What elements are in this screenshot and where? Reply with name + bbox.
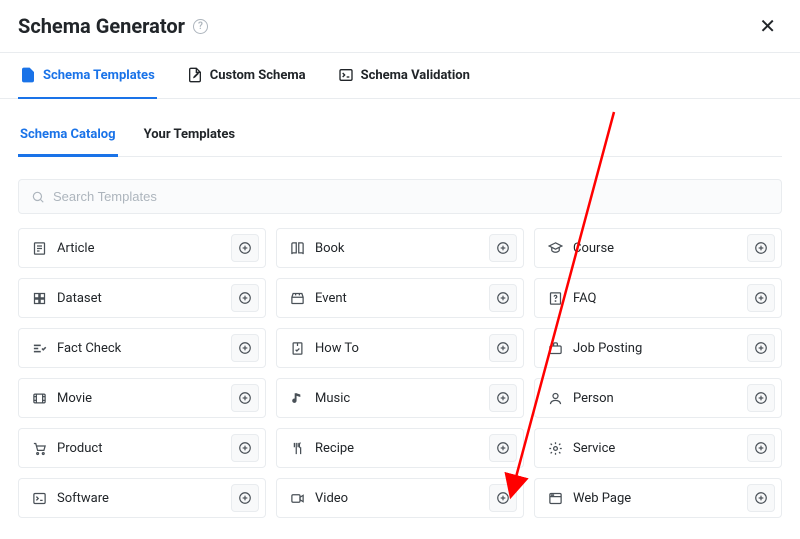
howto-icon (289, 340, 305, 356)
card-service[interactable]: Service (534, 428, 782, 468)
card-label: Web Page (573, 491, 631, 506)
search-input[interactable] (53, 189, 769, 204)
search-icon (31, 190, 45, 204)
add-button[interactable] (489, 484, 517, 512)
tab-label: Schema Validation (361, 68, 470, 83)
card-label: Article (57, 241, 94, 256)
person-icon (547, 390, 563, 406)
card-label: Person (573, 391, 614, 406)
document-icon (20, 67, 36, 83)
help-icon[interactable]: ? (193, 19, 208, 34)
add-button[interactable] (747, 334, 775, 362)
video-icon (289, 490, 305, 506)
title-wrap: Schema Generator ? (18, 14, 208, 38)
card-label: Movie (57, 391, 92, 406)
search-wrap[interactable] (18, 179, 782, 214)
card-label: Recipe (315, 441, 354, 456)
card-article[interactable]: Article (18, 228, 266, 268)
briefcase-icon (547, 340, 563, 356)
tab-custom-schema[interactable]: Custom Schema (185, 53, 308, 99)
document-edit-icon (187, 67, 203, 83)
card-label: Music (315, 391, 350, 406)
add-button[interactable] (231, 434, 259, 462)
card-label: Product (57, 441, 102, 456)
terminal-icon (338, 67, 354, 83)
primary-tabs: Schema Templates Custom Schema Schema Va… (0, 53, 800, 99)
add-button[interactable] (231, 384, 259, 412)
event-icon (289, 290, 305, 306)
course-icon (547, 240, 563, 256)
card-howto[interactable]: How To (276, 328, 524, 368)
add-button[interactable] (747, 284, 775, 312)
card-event[interactable]: Event (276, 278, 524, 318)
card-label: Software (57, 491, 109, 506)
card-label: Dataset (57, 291, 102, 306)
card-software[interactable]: Software (18, 478, 266, 518)
template-grid: Article Book Course Dataset (18, 228, 782, 518)
add-button[interactable] (231, 284, 259, 312)
card-course[interactable]: Course (534, 228, 782, 268)
tab-label: Schema Catalog (20, 127, 116, 142)
add-button[interactable] (747, 384, 775, 412)
card-label: Fact Check (57, 341, 121, 356)
card-jobposting[interactable]: Job Posting (534, 328, 782, 368)
card-webpage[interactable]: Web Page (534, 478, 782, 518)
faq-icon (547, 290, 563, 306)
add-button[interactable] (747, 234, 775, 262)
card-label: Book (315, 241, 345, 256)
webpage-icon (547, 490, 563, 506)
secondary-tabs: Schema Catalog Your Templates (18, 117, 782, 157)
book-icon (289, 240, 305, 256)
add-button[interactable] (489, 434, 517, 462)
header: Schema Generator ? ✕ (0, 0, 800, 53)
movie-icon (31, 390, 47, 406)
card-label: Event (315, 291, 347, 306)
article-icon (31, 240, 47, 256)
factcheck-icon (31, 340, 47, 356)
card-label: How To (315, 341, 359, 356)
card-music[interactable]: Music (276, 378, 524, 418)
card-label: FAQ (573, 291, 596, 306)
add-button[interactable] (747, 434, 775, 462)
card-label: Job Posting (573, 341, 642, 356)
card-factcheck[interactable]: Fact Check (18, 328, 266, 368)
add-button[interactable] (747, 484, 775, 512)
card-dataset[interactable]: Dataset (18, 278, 266, 318)
card-book[interactable]: Book (276, 228, 524, 268)
gear-icon (547, 440, 563, 456)
tab-label: Custom Schema (210, 68, 306, 83)
tab-schema-validation[interactable]: Schema Validation (336, 53, 472, 99)
card-person[interactable]: Person (534, 378, 782, 418)
card-movie[interactable]: Movie (18, 378, 266, 418)
card-video[interactable]: Video (276, 478, 524, 518)
recipe-icon (289, 440, 305, 456)
add-button[interactable] (489, 284, 517, 312)
add-button[interactable] (231, 484, 259, 512)
page-title: Schema Generator (18, 14, 185, 38)
add-button[interactable] (231, 334, 259, 362)
dataset-icon (31, 290, 47, 306)
card-label: Video (315, 491, 348, 506)
tab-label: Your Templates (144, 127, 235, 142)
card-product[interactable]: Product (18, 428, 266, 468)
card-faq[interactable]: FAQ (534, 278, 782, 318)
tab-your-templates[interactable]: Your Templates (142, 117, 237, 157)
content: Schema Catalog Your Templates Article Bo… (0, 99, 800, 518)
close-icon[interactable]: ✕ (753, 14, 782, 38)
cart-icon (31, 440, 47, 456)
tab-schema-templates[interactable]: Schema Templates (18, 53, 157, 99)
tab-label: Schema Templates (43, 68, 155, 83)
add-button[interactable] (489, 234, 517, 262)
card-label: Course (573, 241, 614, 256)
card-label: Service (573, 441, 615, 456)
add-button[interactable] (231, 234, 259, 262)
terminal-icon (31, 490, 47, 506)
tab-schema-catalog[interactable]: Schema Catalog (18, 117, 118, 157)
add-button[interactable] (489, 334, 517, 362)
card-recipe[interactable]: Recipe (276, 428, 524, 468)
add-button[interactable] (489, 384, 517, 412)
music-icon (289, 390, 305, 406)
